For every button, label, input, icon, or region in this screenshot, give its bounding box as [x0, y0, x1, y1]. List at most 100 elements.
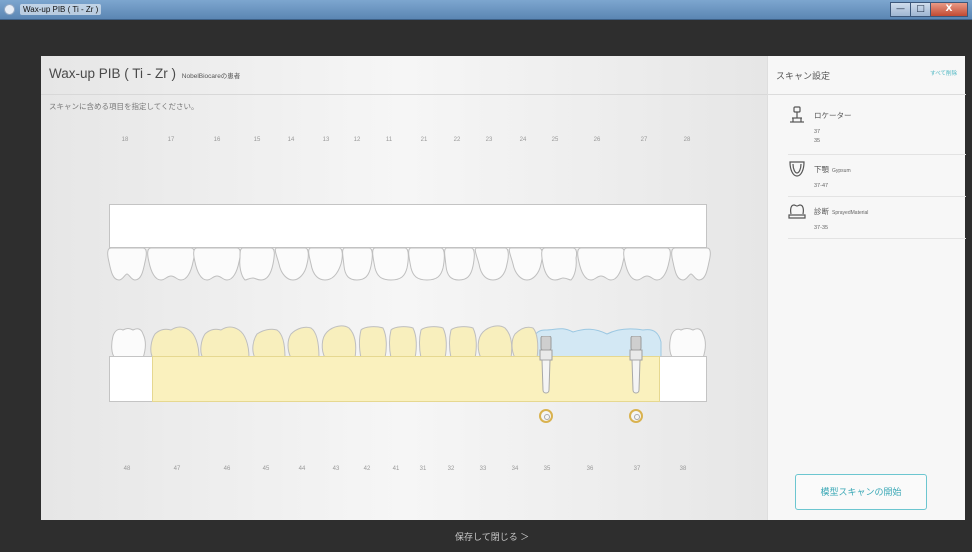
- locator-icon: [790, 106, 804, 123]
- scan-item-material: Gypsum: [832, 168, 851, 174]
- upper-tooth-number: 28: [683, 137, 691, 143]
- tooth-22-icon: [444, 247, 475, 281]
- lower-jaw-icon: [789, 161, 805, 177]
- scan-dialog: Wax-up PIB ( Ti - Zr ) NobelBiocareの患者 ス…: [41, 56, 966, 520]
- locator-37-icon[interactable]: [628, 336, 644, 396]
- tooth-16-icon: [193, 247, 241, 281]
- lower-tooth-number: 34: [511, 466, 519, 472]
- scan-item-name: 診断 SprayedMaterial: [814, 206, 868, 217]
- upper-tooth-number: 26: [593, 137, 601, 143]
- scan-item-value: 35: [814, 138, 821, 144]
- window-titlebar: Wax-up PIB ( Ti - Zr ) — □ X: [0, 0, 972, 20]
- save-and-close-button[interactable]: 保存して閉じる ＞: [455, 530, 529, 543]
- tooth-31-icon: [419, 326, 447, 359]
- upper-tooth-number: 25: [551, 137, 559, 143]
- upper-tooth-number: 21: [420, 137, 428, 143]
- tooth-46-icon: [200, 326, 250, 359]
- lower-tooth-number: 44: [298, 466, 306, 472]
- maximize-button[interactable]: □: [910, 2, 931, 17]
- tooth-44-icon: [287, 326, 320, 359]
- implant-37-ring-icon[interactable]: [629, 409, 643, 423]
- scan-item-value: 37-35: [814, 225, 829, 231]
- tooth-28-icon: [671, 247, 711, 281]
- tooth-34-icon: [511, 326, 539, 359]
- tooth-18-icon: [107, 247, 147, 281]
- upper-tooth-number: 12: [353, 137, 361, 143]
- tooth-17-icon: [147, 247, 195, 281]
- upper-tooth-number: 16: [213, 137, 221, 143]
- scan-item-lower-jaw[interactable]: 下顎 Gypsum 37-47: [788, 160, 966, 200]
- lower-tooth-number: 43: [332, 466, 340, 472]
- lower-tooth-number: 36: [586, 466, 594, 472]
- lower-tooth-number: 48: [123, 466, 131, 472]
- locator-35-icon[interactable]: [538, 336, 554, 396]
- tooth-11-icon: [372, 247, 409, 281]
- lower-tooth-number: 32: [447, 466, 455, 472]
- diagnostic-icon: [788, 204, 806, 219]
- tooth-48-icon: [111, 328, 146, 359]
- tooth-47-icon: [150, 326, 200, 359]
- scan-settings-panel: スキャン設定 すべて削除 ロケーター 37 35 下顎Gypsum 37-47: [767, 56, 966, 520]
- tooth-33-icon: [477, 325, 513, 359]
- tooth-13-icon: [308, 247, 343, 281]
- upper-tooth-number: 11: [385, 137, 393, 143]
- dialog-title: Wax-up PIB ( Ti - Zr ) NobelBiocareの患者: [49, 66, 240, 81]
- instruction-text: スキャンに含める項目を指定してください。: [49, 102, 199, 111]
- upper-tooth-number: 24: [519, 137, 527, 143]
- upper-tooth-number: 17: [167, 137, 175, 143]
- scan-item-material: SprayedMaterial: [832, 210, 869, 216]
- lower-tooth-number: 47: [173, 466, 181, 472]
- app-icon: [4, 4, 15, 15]
- scan-item-diagnostic[interactable]: 診断 SprayedMaterial 37-35: [788, 202, 966, 242]
- scan-item-name-text: 診断: [814, 207, 829, 216]
- tooth-43-icon: [321, 325, 357, 359]
- divider: [788, 238, 966, 239]
- minimize-button[interactable]: —: [890, 2, 911, 17]
- tooth-23-icon: [474, 247, 509, 281]
- upper-tooth-number: 18: [121, 137, 129, 143]
- tooth-45-icon: [252, 328, 286, 359]
- lower-tooth-number: 35: [543, 466, 551, 472]
- window-controls: — □ X: [890, 2, 968, 17]
- lower-tooth-number: 46: [223, 466, 231, 472]
- lower-tooth-number: 33: [479, 466, 487, 472]
- close-button[interactable]: X: [930, 2, 968, 17]
- lower-teeth-row[interactable]: [107, 324, 711, 360]
- upper-tooth-number: 23: [485, 137, 493, 143]
- upper-tooth-number: 14: [287, 137, 295, 143]
- tooth-25-icon: [541, 247, 578, 281]
- divider: [41, 94, 767, 95]
- upper-jaw-bar[interactable]: [109, 204, 707, 248]
- tooth-15-icon: [239, 247, 275, 281]
- tooth-21-icon: [408, 247, 445, 281]
- tooth-32-icon: [449, 326, 477, 359]
- start-model-scan-button[interactable]: 模型スキャンの開始: [795, 474, 927, 510]
- window-title: Wax-up PIB ( Ti - Zr ): [20, 4, 102, 15]
- implant-35-ring-icon[interactable]: [539, 409, 553, 423]
- divider: [768, 94, 966, 95]
- upper-tooth-number: 13: [322, 137, 330, 143]
- patient-label: NobelBiocareの患者: [181, 73, 241, 80]
- scan-item-name-text: 下顎: [814, 165, 829, 174]
- tooth-42-icon: [359, 326, 387, 359]
- tooth-14-icon: [274, 247, 309, 281]
- divider: [788, 154, 966, 155]
- lower-jaw-selection[interactable]: [152, 356, 660, 402]
- upper-tooth-number: 15: [253, 137, 261, 143]
- tooth-38-icon: [669, 328, 706, 359]
- lower-tooth-number: 41: [392, 466, 400, 472]
- scan-item-value: 37-47: [814, 183, 829, 189]
- upper-teeth-row[interactable]: [107, 246, 711, 282]
- lower-tooth-number: 37: [633, 466, 641, 472]
- scan-item-name: 下顎 Gypsum: [814, 164, 851, 175]
- lower-tooth-number: 31: [419, 466, 427, 472]
- scan-item-locator[interactable]: ロケーター 37 35: [788, 106, 966, 158]
- tooth-chart-panel: Wax-up PIB ( Ti - Zr ) NobelBiocareの患者 ス…: [41, 56, 767, 520]
- upper-tooth-number: 27: [640, 137, 648, 143]
- clear-all-link[interactable]: すべて削除: [930, 69, 957, 77]
- lower-tooth-number: 38: [679, 466, 687, 472]
- tooth-12-icon: [342, 247, 373, 281]
- divider: [788, 196, 966, 197]
- lower-tooth-number: 45: [262, 466, 270, 472]
- lower-tooth-number: 42: [363, 466, 371, 472]
